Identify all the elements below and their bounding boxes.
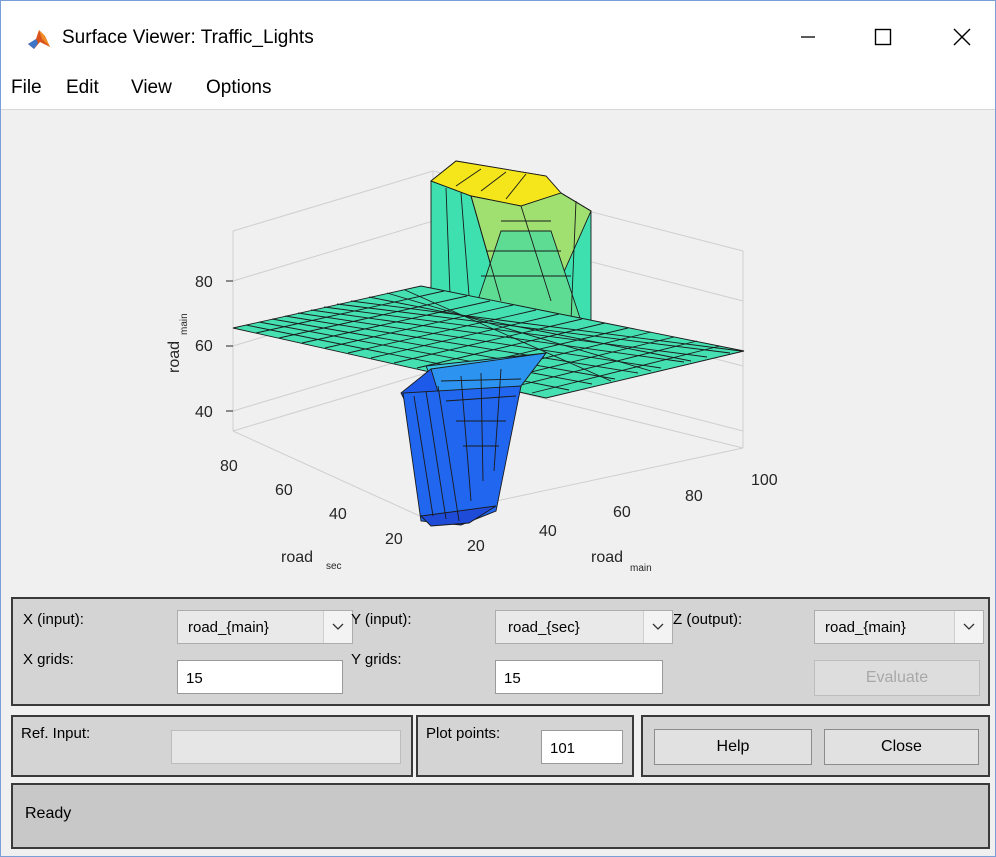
minimize-icon bbox=[801, 36, 815, 38]
plot-points-label: Plot points: bbox=[426, 725, 501, 742]
x-grids-value: 15 bbox=[186, 670, 203, 687]
evaluate-button[interactable]: Evaluate bbox=[814, 660, 980, 696]
surface-viewer-window: Surface Viewer: Traffic_Lights File Edit… bbox=[0, 0, 996, 857]
menu-view[interactable]: View bbox=[131, 77, 172, 99]
chevron-down-icon bbox=[332, 623, 344, 630]
x-input-dropdown[interactable]: road_{main} bbox=[177, 610, 353, 644]
z-output-label: Z (output): bbox=[673, 611, 743, 628]
y-axis-label: road bbox=[281, 549, 313, 566]
plot-points-value: 101 bbox=[550, 740, 576, 757]
menu-file[interactable]: File bbox=[11, 77, 42, 99]
surface-plot-area[interactable]: 80 60 40 road main 80 60 40 20 road sec … bbox=[11, 110, 995, 585]
y-input-label: Y (input): bbox=[351, 611, 412, 628]
maximize-button[interactable] bbox=[858, 15, 908, 59]
z-axis-label-sub: main bbox=[179, 313, 190, 335]
ref-input-field[interactable] bbox=[171, 730, 401, 764]
y-grids-input[interactable]: 15 bbox=[495, 660, 663, 694]
x-tick-80: 80 bbox=[685, 488, 703, 505]
y-tick-80: 80 bbox=[220, 458, 238, 475]
menu-bar: File Edit View Options bbox=[1, 67, 995, 110]
x-grids-label: X grids: bbox=[23, 651, 74, 668]
plot-points-panel: Plot points: 101 bbox=[416, 715, 634, 777]
status-text: Ready bbox=[25, 805, 72, 822]
surface-plot[interactable]: 80 60 40 road main 80 60 40 20 road sec … bbox=[11, 110, 995, 585]
window-title: Surface Viewer: Traffic_Lights bbox=[62, 27, 314, 48]
title-bar[interactable]: Surface Viewer: Traffic_Lights bbox=[1, 1, 995, 67]
matlab-logo-icon bbox=[28, 30, 50, 49]
x-axis-label-sub: main bbox=[630, 563, 652, 574]
x-tick-100: 100 bbox=[751, 472, 778, 489]
y-grids-label: Y grids: bbox=[351, 651, 402, 668]
x-input-label: X (input): bbox=[23, 611, 84, 628]
chevron-down-icon bbox=[963, 623, 975, 630]
menu-options[interactable]: Options bbox=[206, 77, 271, 99]
x-grids-input[interactable]: 15 bbox=[177, 660, 343, 694]
surface-valley bbox=[400, 352, 548, 527]
x-axis-label: road bbox=[591, 549, 623, 566]
minimize-button[interactable] bbox=[783, 15, 833, 59]
y-input-value: road_{sec} bbox=[508, 619, 580, 636]
plot-points-input[interactable]: 101 bbox=[541, 730, 623, 764]
z-output-dropdown[interactable]: road_{main} bbox=[814, 610, 984, 644]
buttons-panel: Help Close bbox=[641, 715, 990, 777]
chevron-down-icon bbox=[652, 623, 664, 630]
z-tick-60: 60 bbox=[195, 338, 213, 355]
close-button[interactable]: Close bbox=[824, 729, 979, 765]
close-icon bbox=[953, 28, 971, 46]
status-panel: Ready bbox=[11, 783, 990, 849]
x-input-value: road_{main} bbox=[188, 619, 269, 636]
z-tick-80: 80 bbox=[195, 274, 213, 291]
menu-edit[interactable]: Edit bbox=[66, 77, 99, 99]
axes-settings-panel: X (input): road_{main} Y (input): road_{… bbox=[11, 597, 990, 706]
y-grids-value: 15 bbox=[504, 670, 521, 687]
x-tick-60: 60 bbox=[613, 504, 631, 521]
y-tick-60: 60 bbox=[275, 482, 293, 499]
z-tick-40: 40 bbox=[195, 404, 213, 421]
ref-input-panel: Ref. Input: bbox=[11, 715, 413, 777]
x-tick-20: 20 bbox=[467, 538, 485, 555]
y-input-dropdown[interactable]: road_{sec} bbox=[495, 610, 673, 644]
maximize-icon bbox=[874, 28, 892, 46]
x-tick-40: 40 bbox=[539, 523, 557, 540]
z-axis-label: road bbox=[166, 341, 183, 373]
z-output-value: road_{main} bbox=[825, 619, 906, 636]
y-tick-20: 20 bbox=[385, 531, 403, 548]
close-window-button[interactable] bbox=[937, 15, 987, 59]
ref-input-label: Ref. Input: bbox=[21, 725, 91, 742]
help-button[interactable]: Help bbox=[654, 729, 812, 765]
y-axis-label-sub: sec bbox=[326, 561, 342, 572]
y-tick-40: 40 bbox=[329, 506, 347, 523]
